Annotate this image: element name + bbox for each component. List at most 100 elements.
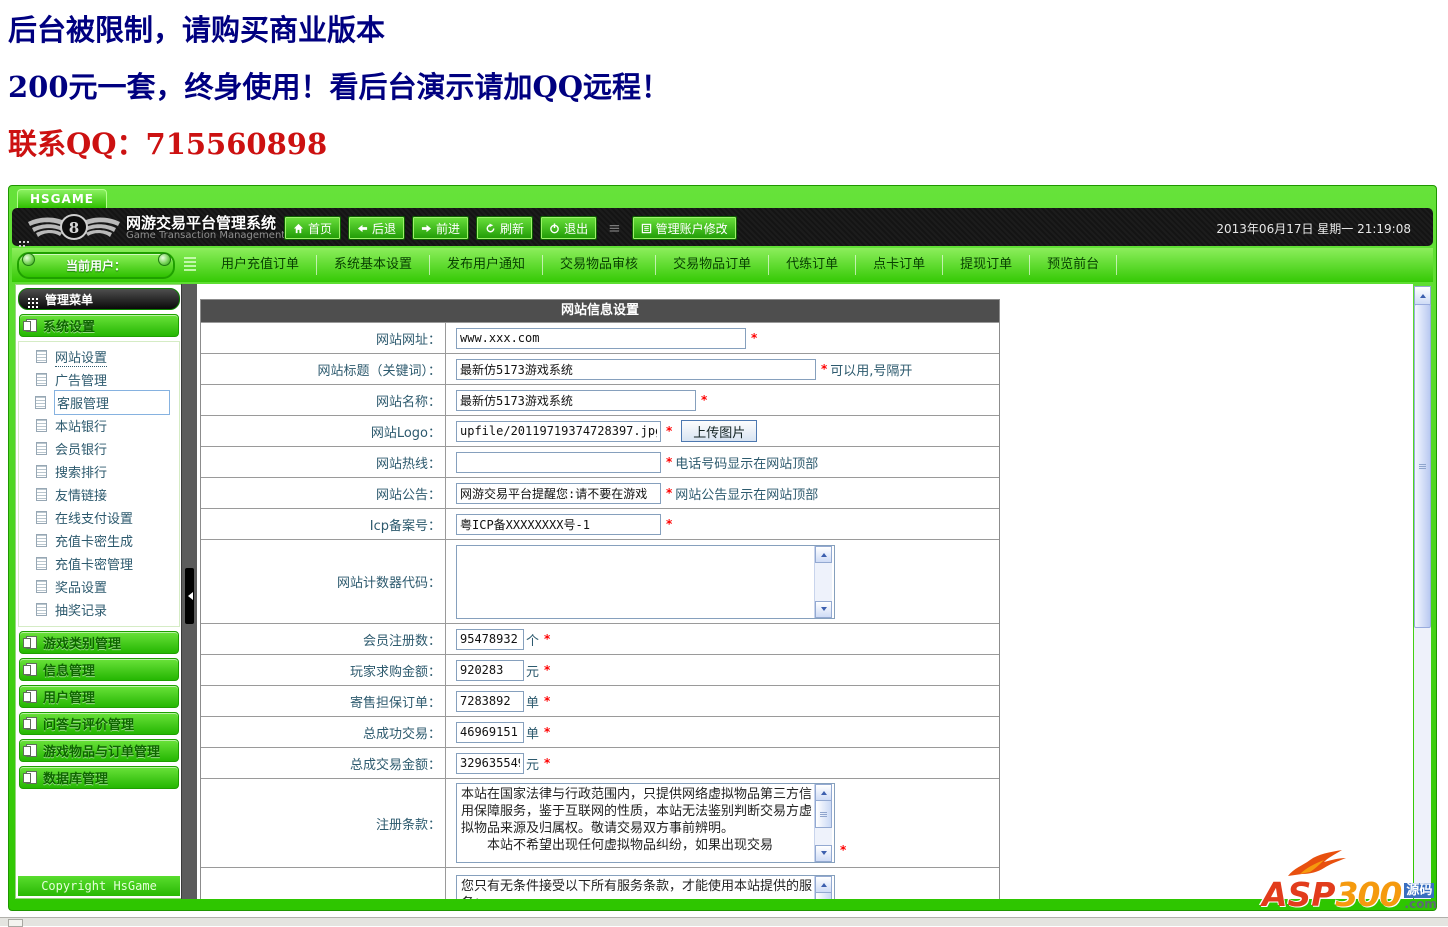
field-note: 网站公告显示在网站顶部 xyxy=(675,487,819,503)
folder-docs-icon xyxy=(23,771,37,784)
site-announcement-input[interactable] xyxy=(456,482,661,504)
upload-image-button[interactable]: 上传图片 xyxy=(681,420,758,442)
scroll-up-button[interactable] xyxy=(815,784,832,801)
trade-terms-textarea[interactable]: 您只有无条件接受以下所有服务条款，才能使用本站提供的服务： 一、服务条款的确认和… xyxy=(456,875,835,899)
scroll-thumb[interactable] xyxy=(1414,304,1431,628)
form-title: 网站信息设置 xyxy=(201,300,999,322)
sidebar-item-card-generate[interactable]: 充值卡密生成 xyxy=(19,529,179,552)
unit-label: 元 xyxy=(526,758,540,773)
sidebar-item-customer-service[interactable]: 客服管理 xyxy=(19,390,179,415)
nav-item-preview-site[interactable]: 预览前台 xyxy=(1030,255,1118,275)
account-edit-label: 管理账户修改 xyxy=(655,221,728,236)
required-star: * xyxy=(840,843,847,857)
refresh-button[interactable]: 刷新 xyxy=(476,216,534,240)
wings-logo: 8 xyxy=(28,214,120,240)
nav-item-item-audit[interactable]: 交易物品审核 xyxy=(543,255,657,275)
scroll-up-button[interactable] xyxy=(815,876,832,893)
sidebar-group-database[interactable]: 数据库管理 xyxy=(19,766,179,789)
list-icon xyxy=(641,223,651,233)
scroll-up-button[interactable] xyxy=(1414,286,1431,305)
nav-item-card-orders[interactable]: 点卡订单 xyxy=(856,255,944,275)
success-trades-input[interactable] xyxy=(456,721,524,743)
vertical-scrollbar[interactable] xyxy=(1414,286,1431,899)
site-title-input[interactable] xyxy=(456,358,816,380)
scroll-left-button[interactable] xyxy=(8,919,23,927)
nav-item-recharge-orders[interactable]: 用户充值订单 xyxy=(204,255,318,275)
sidebar-group-qa-review[interactable]: 问答与评价管理 xyxy=(19,712,179,735)
site-url-input[interactable] xyxy=(456,327,746,349)
admin-panel: HSGAME 8 网游交易平台管理系统 Game Transaction Man… xyxy=(8,185,1437,911)
nav-item-item-orders[interactable]: 交易物品订单 xyxy=(656,255,770,275)
brand-tab: HSGAME xyxy=(17,189,107,208)
unit-label: 个 xyxy=(526,634,540,649)
member-count-input[interactable] xyxy=(456,628,524,650)
register-terms-textarea[interactable]: 本站在国家法律与行政范围内，只提供网络虚拟物品第三方信用保障服务，鉴于互联网的性… xyxy=(456,783,835,863)
doc-icon xyxy=(36,534,47,547)
sidebar-item-lottery-records[interactable]: 抽奖记录 xyxy=(19,598,179,621)
site-name-input[interactable] xyxy=(456,389,696,411)
sidebar-item-prize-settings[interactable]: 奖品设置 xyxy=(19,575,179,598)
site-hotline-input[interactable] xyxy=(456,451,661,473)
sidebar-item-site-settings[interactable]: 网站设置 xyxy=(19,345,179,368)
account-edit-button[interactable]: 管理账户修改 xyxy=(631,216,737,240)
required-star: * xyxy=(544,632,551,646)
sidebar-item-member-bank[interactable]: 会员银行 xyxy=(19,437,179,460)
icp-number-input[interactable] xyxy=(456,513,661,535)
sidebar-item-friend-links[interactable]: 友情链接 xyxy=(19,483,179,506)
sidebar-group-user-manage[interactable]: 用户管理 xyxy=(19,685,179,708)
scroll-down-button[interactable] xyxy=(815,600,832,618)
sidebar-group-items-orders[interactable]: 游戏物品与订单管理 xyxy=(19,739,179,762)
grip-icon xyxy=(184,257,196,271)
logout-button[interactable]: 退出 xyxy=(540,216,598,240)
form-row-icp: Icp备案号： * xyxy=(201,508,999,539)
promo-contact-qq: 联系QQ：715560898 xyxy=(8,127,328,161)
screw-icon xyxy=(158,253,171,266)
nav-item-publish-notice[interactable]: 发布用户通知 xyxy=(430,255,544,275)
sidebar-menu-header: 管理菜单 xyxy=(18,288,180,310)
form-row-hotline: 网站热线： * 电话号码显示在网站顶部 xyxy=(201,446,999,477)
main-content: 网站信息设置 网站网址： * 网站标题（关键词）： * 可以用,号隔开 网站名称… xyxy=(197,284,1413,899)
datetime-display: 2013年06月17日 星期一 21:19:08 xyxy=(1216,222,1411,236)
counter-code-textarea[interactable] xyxy=(456,544,835,619)
trade-amount-input[interactable] xyxy=(456,752,524,774)
doc-icon xyxy=(35,396,46,409)
collapse-sidebar-handle[interactable] xyxy=(185,568,194,624)
sidebar: 管理菜单 系统设置 网站设置 广告管理 客服管理 本站银行 会员银行 搜索排行 … xyxy=(15,284,183,899)
forward-label: 前进 xyxy=(436,221,461,236)
sidebar-item-ad-management[interactable]: 广告管理 xyxy=(19,368,179,391)
doc-icon xyxy=(36,350,47,363)
scroll-thumb[interactable] xyxy=(815,800,832,828)
buy-amount-input[interactable] xyxy=(456,659,524,681)
nav-item-system-settings[interactable]: 系统基本设置 xyxy=(317,255,431,275)
header-buttons: 首页 后退 前进 刷新 退出 ≡ 管理账户修改 xyxy=(284,216,737,240)
home-button[interactable]: 首页 xyxy=(284,216,342,240)
nav-item-powerlevel-orders[interactable]: 代练订单 xyxy=(769,255,857,275)
screw-icon xyxy=(22,253,35,266)
forward-button[interactable]: 前进 xyxy=(412,216,470,240)
site-logo-input[interactable] xyxy=(456,420,661,442)
required-star: * xyxy=(821,362,828,376)
watermark-asp: ASP xyxy=(1262,875,1336,914)
sidebar-item-site-bank[interactable]: 本站银行 xyxy=(19,414,179,437)
sidebar-group-system-settings[interactable]: 系统设置 xyxy=(19,314,179,337)
folder-docs-icon xyxy=(23,744,37,757)
scroll-up-button[interactable] xyxy=(815,545,832,563)
nav-item-withdraw-orders[interactable]: 提现订单 xyxy=(943,255,1031,275)
splitter[interactable] xyxy=(181,284,198,899)
sidebar-group-info-manage[interactable]: 信息管理 xyxy=(19,658,179,681)
form-row-site-logo: 网站Logo： * 上传图片 xyxy=(201,415,999,446)
collapse-arrow-icon xyxy=(184,592,193,600)
sidebar-group-game-category[interactable]: 游戏类别管理 xyxy=(19,631,179,654)
form-row-counter-code: 网站计数器代码： xyxy=(201,539,999,623)
consign-orders-input[interactable] xyxy=(456,690,524,712)
sidebar-item-card-manage[interactable]: 充值卡密管理 xyxy=(19,552,179,575)
header-bar: 8 网游交易平台管理系统 Game Transaction Management… xyxy=(12,208,1433,246)
scroll-down-button[interactable] xyxy=(815,845,832,862)
sidebar-item-online-payment[interactable]: 在线支付设置 xyxy=(19,506,179,529)
home-icon xyxy=(293,223,304,233)
back-button[interactable]: 后退 xyxy=(348,216,406,240)
form-row-trade-terms: 交易条款： 您只有无条件接受以下所有服务条款，才能使用本站提供的服务： 一、服务… xyxy=(201,867,999,899)
folder-docs-icon xyxy=(23,717,37,730)
scroll-thumb[interactable] xyxy=(815,892,832,899)
sidebar-item-search-rank[interactable]: 搜索排行 xyxy=(19,460,179,483)
